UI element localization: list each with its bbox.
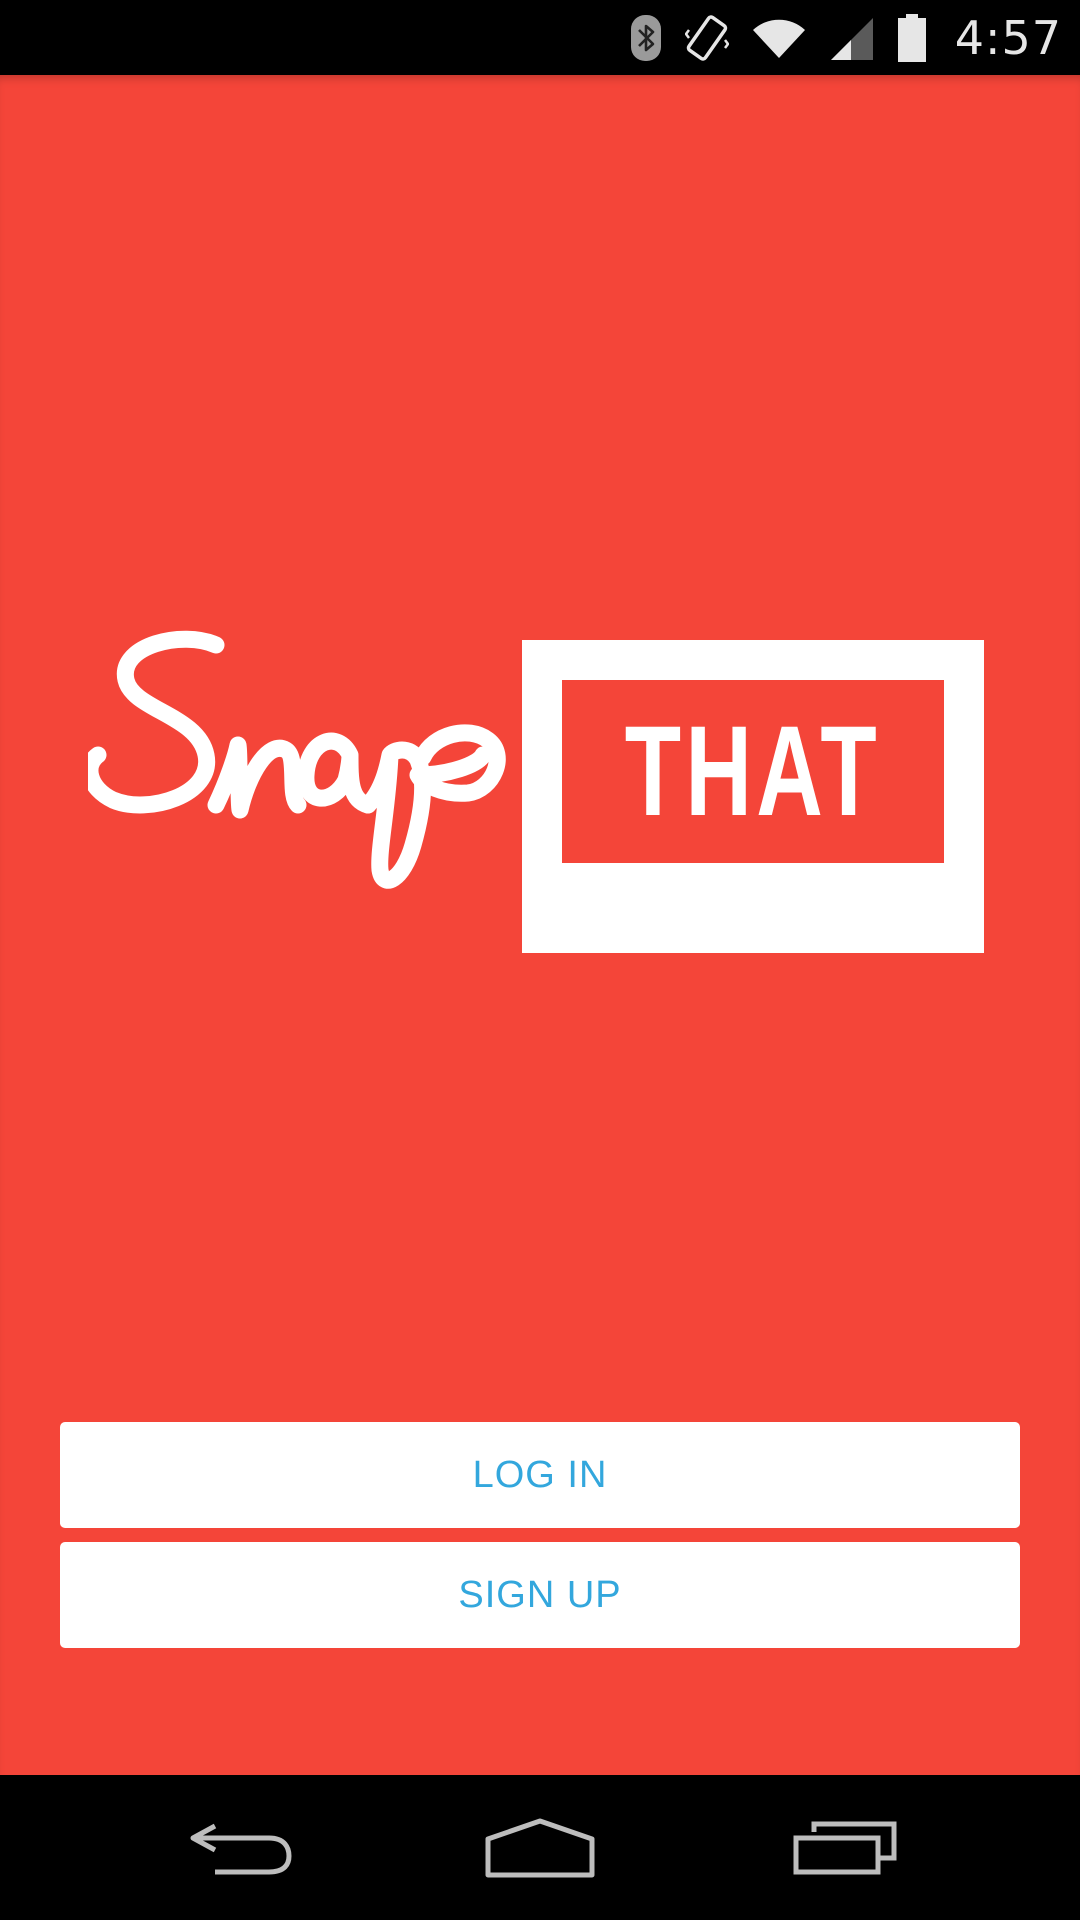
recents-icon [793, 1821, 897, 1874]
status-icons: 4:57 [629, 0, 1062, 75]
logo-frame-inner: THAT [562, 680, 944, 863]
recents-button[interactable] [745, 1775, 945, 1920]
vibrate-icon [684, 14, 729, 61]
back-button[interactable] [140, 1775, 340, 1920]
back-icon [190, 1823, 292, 1874]
battery-icon [897, 13, 926, 62]
navigation-bar [0, 1775, 1080, 1920]
logo-frame: THAT [522, 640, 984, 953]
wifi-icon [752, 19, 805, 58]
home-button[interactable] [440, 1775, 640, 1920]
signup-button[interactable]: SIGN UP [60, 1542, 1020, 1648]
app-logo: THAT [88, 605, 988, 953]
login-button[interactable]: LOG IN [60, 1422, 1020, 1528]
app-screen: 4:57 THAT LOG IN SIGN UP [0, 0, 1080, 1920]
status-bar: 4:57 [0, 0, 1080, 75]
splash-screen: THAT LOG IN SIGN UP [0, 75, 1080, 1775]
status-clock: 4:57 [954, 10, 1062, 65]
logo-script-snap [88, 630, 506, 889]
bluetooth-icon [630, 14, 661, 61]
home-icon [485, 1818, 595, 1877]
signal-icon [830, 17, 873, 60]
logo-frame-text: THAT [624, 699, 882, 843]
